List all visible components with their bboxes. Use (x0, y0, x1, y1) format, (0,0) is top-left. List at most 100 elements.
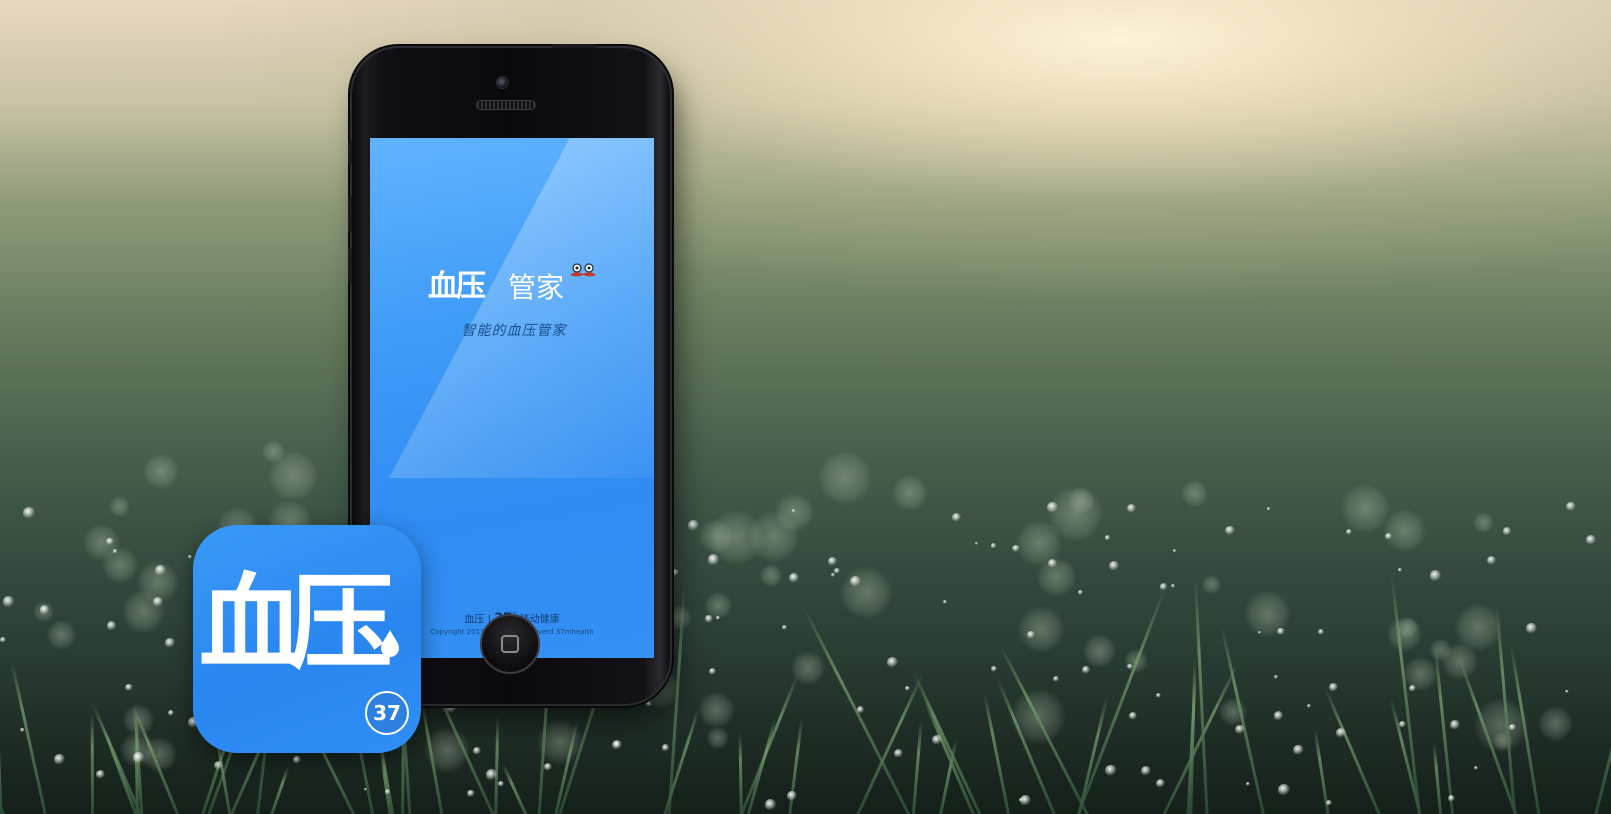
dew-drop (2, 596, 15, 608)
bokeh-light (143, 454, 179, 490)
dew-drop (787, 790, 797, 801)
dew-drop (849, 575, 862, 587)
dew-drop (1047, 559, 1057, 568)
dew-drop (886, 657, 898, 669)
dew-drop (661, 744, 670, 753)
dew-drop (1565, 689, 1569, 693)
dew-drop (707, 553, 720, 566)
grass-blade (1075, 695, 1109, 814)
bokeh-light (760, 564, 783, 587)
dew-drop (1078, 590, 1083, 595)
dew-drop (974, 541, 978, 546)
dew-drop (53, 754, 66, 766)
dew-drop (0, 637, 6, 643)
dew-drop (1012, 544, 1020, 553)
dew-drop (856, 706, 865, 714)
dew-drop (1429, 569, 1442, 582)
dew-drop (827, 557, 837, 566)
app-icon-badge: 37 (365, 691, 409, 735)
dew-drop (498, 781, 504, 787)
dew-drop (1170, 584, 1175, 588)
dew-drop (1398, 721, 1406, 728)
mustache-icon (570, 263, 596, 277)
dew-drop (1526, 623, 1537, 634)
dew-drop (1306, 704, 1311, 709)
logo-suffix: 管家 (508, 271, 565, 304)
dew-drop (106, 621, 117, 632)
dew-drop (1160, 583, 1168, 591)
dew-drop (22, 507, 35, 520)
dew-drop (39, 604, 50, 615)
dew-drop (363, 788, 367, 792)
footer-brand: 血压 (464, 614, 485, 626)
grass-blade (1390, 575, 1422, 814)
grass-blade (90, 712, 94, 814)
grass-blade (267, 766, 291, 814)
dew-drop (1385, 532, 1393, 540)
bokeh-light (891, 474, 929, 512)
home-button[interactable] (480, 614, 540, 674)
dew-drop (485, 769, 498, 781)
dew-drop (1019, 795, 1031, 807)
dew-drop (153, 596, 164, 607)
dew-drop (1473, 766, 1478, 770)
bokeh-light (817, 450, 873, 505)
dew-drop (1127, 663, 1133, 670)
dew-drop (544, 763, 553, 772)
dew-drop (1273, 674, 1279, 680)
dew-drop (708, 667, 717, 676)
bokeh-light (748, 510, 800, 563)
dew-drop (125, 683, 134, 692)
tagline: 智能的血压管家 (461, 323, 567, 339)
dew-drop (1257, 630, 1262, 634)
dew-drop (1127, 504, 1137, 514)
bokeh-light (1382, 508, 1426, 553)
dew-drop (671, 568, 679, 577)
dew-drop (154, 564, 166, 577)
dew-drop (782, 625, 787, 630)
bokeh-light (1047, 486, 1104, 542)
dew-drop (991, 666, 997, 672)
bokeh-light (1202, 575, 1221, 594)
dew-drop (1345, 528, 1353, 536)
dew-drop (1155, 779, 1165, 789)
blood-drop-icon (381, 630, 399, 657)
bokeh-light (1082, 634, 1117, 668)
dew-drop (611, 739, 623, 751)
grass-blade (911, 721, 923, 814)
bokeh-light (697, 691, 735, 729)
dew-drop (1053, 675, 1060, 682)
grass-blade (494, 715, 500, 814)
dew-drop (1129, 711, 1138, 720)
app-logo: 血压 管家 (428, 263, 598, 307)
dew-drop (1108, 561, 1119, 572)
dew-drop (1235, 724, 1245, 734)
dew-drop (1246, 782, 1251, 786)
dew-drop (1450, 719, 1460, 730)
dew-drop (764, 798, 777, 811)
dew-drop (1586, 534, 1597, 546)
bokeh-light (1037, 557, 1077, 597)
bokeh-light (108, 495, 130, 518)
grass-blade (10, 660, 50, 814)
dew-drop (1336, 727, 1347, 738)
dew-drop (904, 686, 910, 692)
dew-drop (670, 535, 675, 539)
app-icon[interactable]: 血压 37 (193, 525, 421, 753)
dew-drop (20, 727, 25, 732)
dew-drop (894, 748, 904, 758)
dew-drop (1508, 723, 1516, 732)
bokeh-light (101, 546, 139, 584)
dew-drop (106, 538, 114, 546)
power-button (552, 44, 596, 48)
bokeh-light (1537, 705, 1574, 742)
bokeh-light (1181, 479, 1209, 507)
dew-drop (188, 554, 193, 559)
dew-drop (1082, 665, 1091, 674)
dew-drop (165, 638, 175, 648)
dew-drop (1317, 628, 1325, 636)
dew-drop (1225, 525, 1235, 535)
volume-down-button (348, 248, 352, 284)
front-camera (496, 76, 509, 89)
dew-drop (1155, 693, 1162, 699)
